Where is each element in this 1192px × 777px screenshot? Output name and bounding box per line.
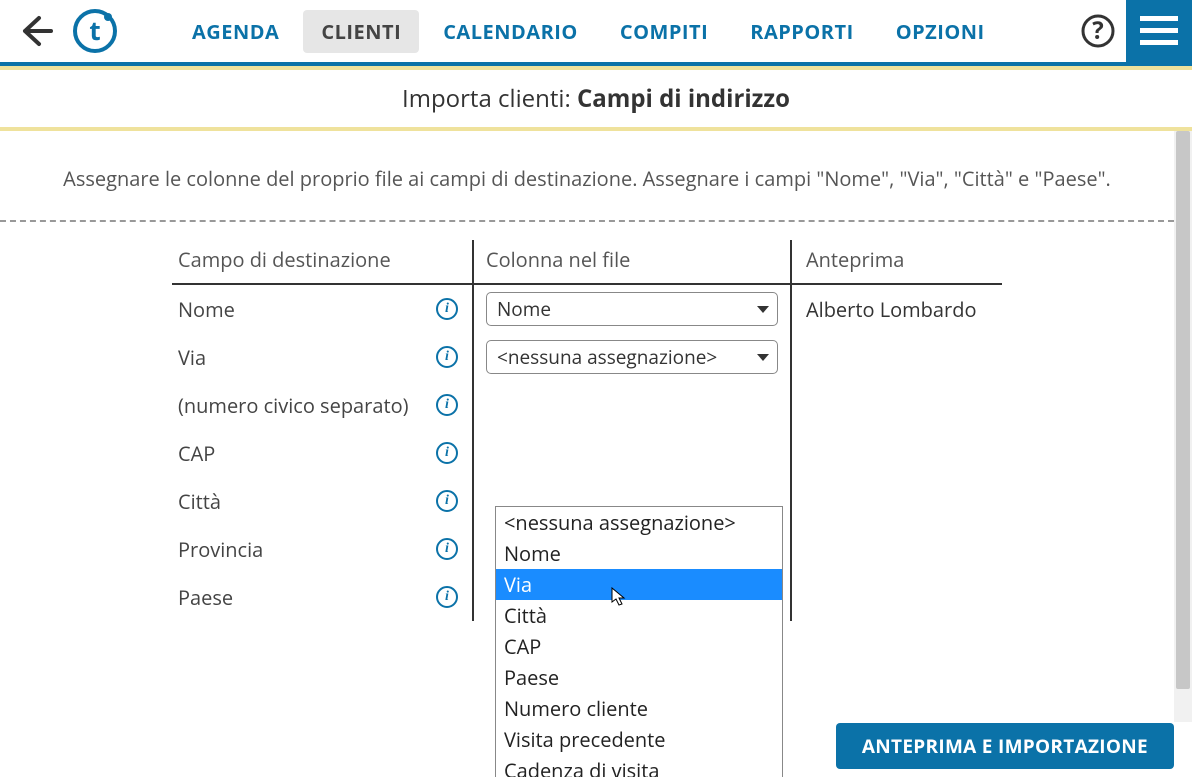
dest-label-provincia: Provincia — [178, 536, 263, 563]
page-title-bar: Importa clienti: Campi di indirizzo — [0, 66, 1192, 131]
page-title-bold: Campi di indirizzo — [577, 82, 790, 115]
dest-label-paese: Paese — [178, 584, 233, 611]
info-icon[interactable]: i — [436, 298, 458, 320]
hamburger-menu-button[interactable] — [1126, 0, 1192, 64]
preview-civico — [792, 381, 1002, 429]
info-icon[interactable]: i — [436, 586, 458, 608]
info-icon[interactable]: i — [436, 346, 458, 368]
nav-rapporti[interactable]: RAPPORTI — [732, 10, 871, 53]
dropdown-option[interactable]: Numero cliente — [496, 693, 782, 724]
select-via-dropdown[interactable]: <nessuna assegnazione>NomeViaCittàCAPPae… — [495, 506, 783, 777]
preview-nome: Alberto Lombardo — [792, 285, 1002, 333]
col-via: <nessuna assegnazione> — [472, 333, 792, 381]
col-cap — [472, 429, 792, 477]
dest-nome: Nome i — [172, 285, 472, 333]
dest-paese: Paese i — [172, 573, 472, 621]
col-civico — [472, 381, 792, 429]
preview-nome-value: Alberto Lombardo — [806, 296, 976, 323]
vertical-scrollbar[interactable] — [1174, 131, 1192, 765]
info-icon[interactable]: i — [436, 490, 458, 512]
chevron-down-icon — [757, 354, 769, 361]
nav-compiti[interactable]: COMPITI — [602, 10, 726, 53]
select-via[interactable]: <nessuna assegnazione> — [486, 340, 778, 374]
header-preview: Anteprima — [792, 240, 1002, 285]
select-via-value: <nessuna assegnazione> — [497, 344, 717, 370]
topbar: t AGENDA CLIENTI CALENDARIO COMPITI RAPP… — [0, 0, 1192, 66]
header-dest: Campo di destinazione — [172, 240, 472, 285]
svg-text:?: ? — [1092, 14, 1103, 47]
select-nome[interactable]: Nome — [486, 292, 778, 326]
dropdown-option[interactable]: Visita precedente — [496, 724, 782, 755]
help-button[interactable]: ? — [1078, 11, 1118, 51]
dest-citta: Città i — [172, 477, 472, 525]
preview-citta — [792, 477, 1002, 525]
dropdown-option[interactable]: Città — [496, 600, 782, 631]
app-logo: t — [72, 8, 118, 54]
dest-label-civico: (numero civico separato) — [178, 392, 409, 419]
back-button[interactable] — [16, 11, 56, 51]
dest-label-citta: Città — [178, 488, 221, 515]
preview-provincia — [792, 525, 1002, 573]
info-icon[interactable]: i — [436, 538, 458, 560]
preview-via — [792, 333, 1002, 381]
info-icon[interactable]: i — [436, 394, 458, 416]
dest-label-cap: CAP — [178, 440, 215, 467]
dest-label-via: Via — [178, 344, 206, 371]
nav-clienti[interactable]: CLIENTI — [303, 10, 419, 53]
nav-agenda[interactable]: AGENDA — [174, 10, 297, 53]
nav-opzioni[interactable]: OPZIONI — [878, 10, 1003, 53]
dropdown-option[interactable]: Paese — [496, 662, 782, 693]
dest-cap: CAP i — [172, 429, 472, 477]
dest-label-nome: Nome — [178, 296, 235, 323]
preview-paese — [792, 573, 1002, 621]
select-nome-value: Nome — [497, 296, 551, 322]
header-col: Colonna nel file — [472, 240, 792, 285]
page-title-prefix: Importa clienti: — [402, 82, 577, 115]
dropdown-option[interactable]: Cadenza di visita — [496, 755, 782, 777]
dest-civico: (numero civico separato) i — [172, 381, 472, 429]
dropdown-option[interactable]: CAP — [496, 631, 782, 662]
vertical-scroll-thumb[interactable] — [1176, 131, 1190, 689]
dest-via: Via i — [172, 333, 472, 381]
svg-text:t: t — [89, 12, 100, 48]
dest-provincia: Provincia i — [172, 525, 472, 573]
content-area: Assegnare le colonne del proprio file ai… — [0, 131, 1192, 777]
instructions-text: Assegnare le colonne del proprio file ai… — [52, 165, 1122, 192]
nav-calendario[interactable]: CALENDARIO — [425, 10, 596, 53]
divider — [0, 220, 1174, 222]
nav-bar: AGENDA CLIENTI CALENDARIO COMPITI RAPPOR… — [174, 10, 1078, 53]
col-nome: Nome — [472, 285, 792, 333]
info-icon[interactable]: i — [436, 442, 458, 464]
chevron-down-icon — [757, 306, 769, 313]
preview-cap — [792, 429, 1002, 477]
dropdown-option[interactable]: Nome — [496, 538, 782, 569]
dropdown-option[interactable]: Via — [496, 569, 782, 600]
dropdown-option[interactable]: <nessuna assegnazione> — [496, 507, 782, 538]
preview-import-button[interactable]: ANTEPRIMA E IMPORTAZIONE — [836, 723, 1174, 769]
